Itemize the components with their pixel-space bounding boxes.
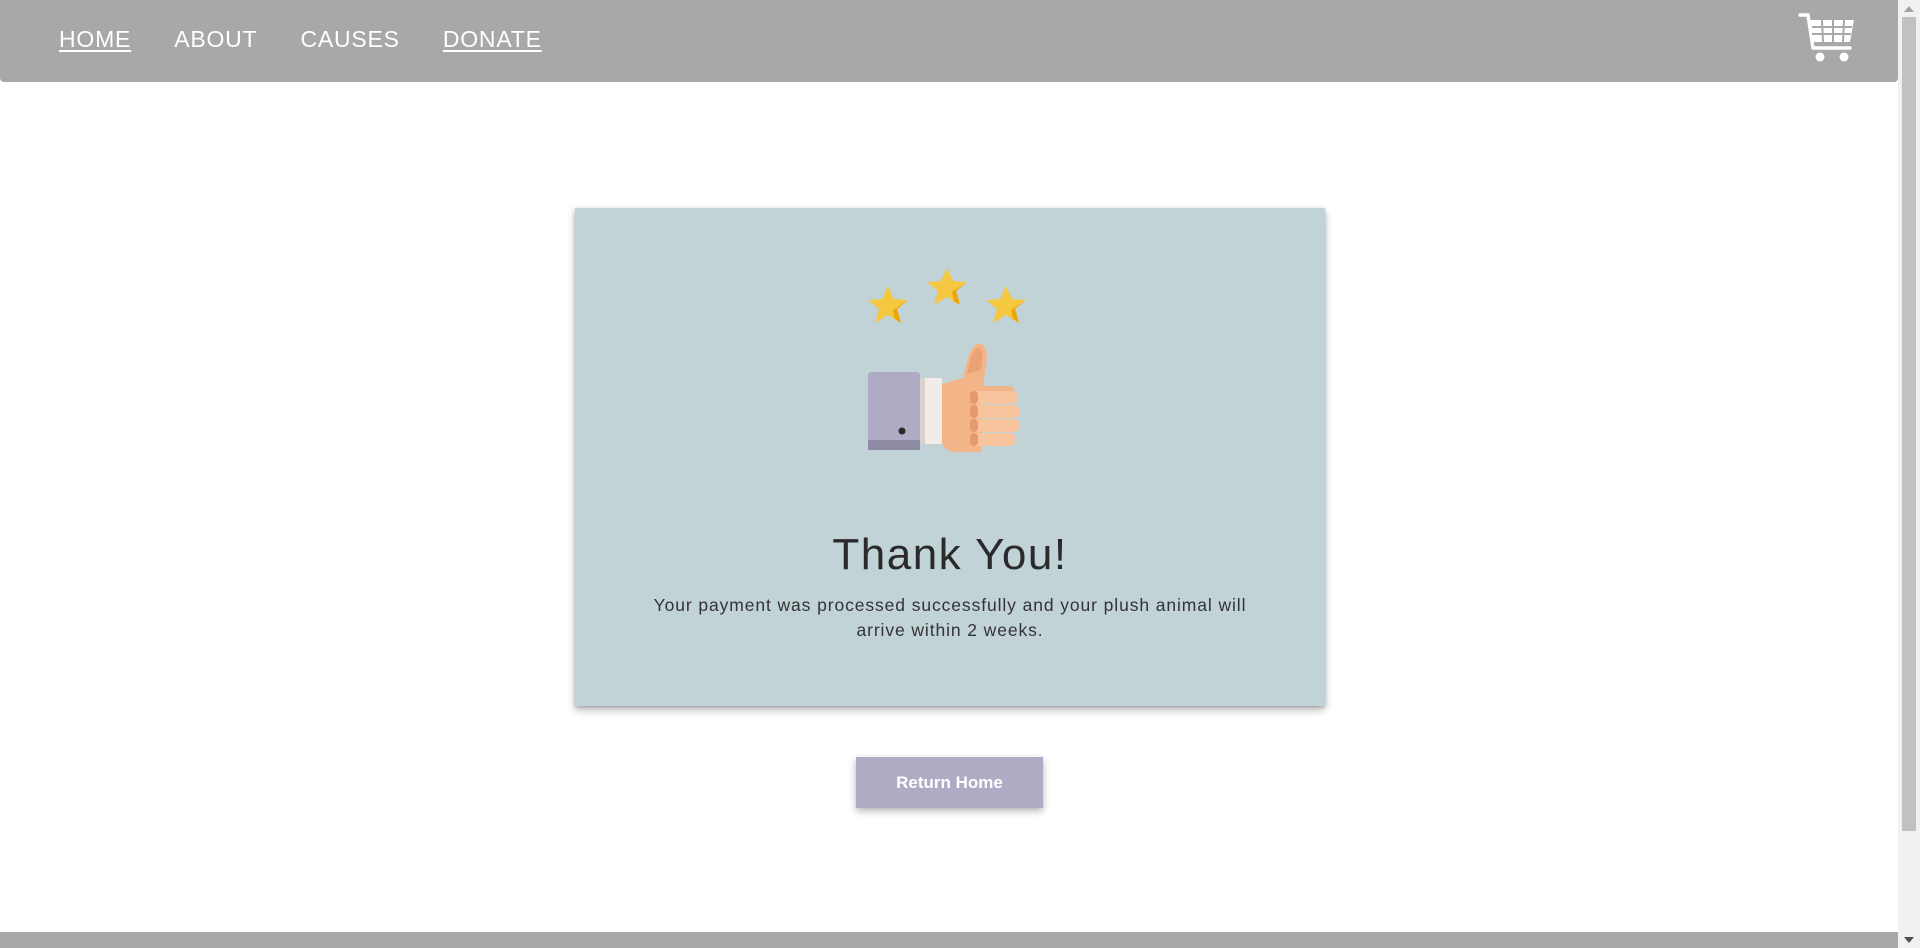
vertical-scrollbar[interactable]: [1898, 0, 1920, 948]
confirmation-message: Your payment was processed successfully …: [653, 595, 1247, 640]
star-icon: [986, 286, 1026, 323]
page: HOME ABOUT CAUSES DONATE Thank You! Your…: [0, 0, 1920, 948]
star-icon: [927, 268, 967, 305]
thank-you-card: Thank You! Your payment was processed su…: [575, 208, 1325, 706]
nav-home-link[interactable]: HOME: [59, 26, 131, 53]
top-navbar: HOME ABOUT CAUSES DONATE: [0, 0, 1898, 82]
shopping-cart-icon[interactable]: [1798, 12, 1856, 64]
nav-about-link[interactable]: ABOUT: [174, 26, 257, 53]
scroll-down-arrow-icon[interactable]: [1898, 931, 1920, 948]
scroll-up-arrow-icon[interactable]: [1898, 0, 1920, 17]
star-icon: [868, 286, 908, 323]
nav-causes-link[interactable]: CAUSES: [300, 26, 399, 53]
scrollbar-thumb[interactable]: [1902, 17, 1916, 831]
thank-you-title: Thank You!: [832, 530, 1068, 579]
thumbs-up-stars-icon: [859, 262, 1039, 472]
nav-links: HOME ABOUT CAUSES DONATE: [59, 26, 585, 53]
return-home-button[interactable]: Return Home: [856, 757, 1043, 808]
nav-donate-link[interactable]: DONATE: [443, 26, 542, 53]
footer-bar: [0, 932, 1898, 948]
